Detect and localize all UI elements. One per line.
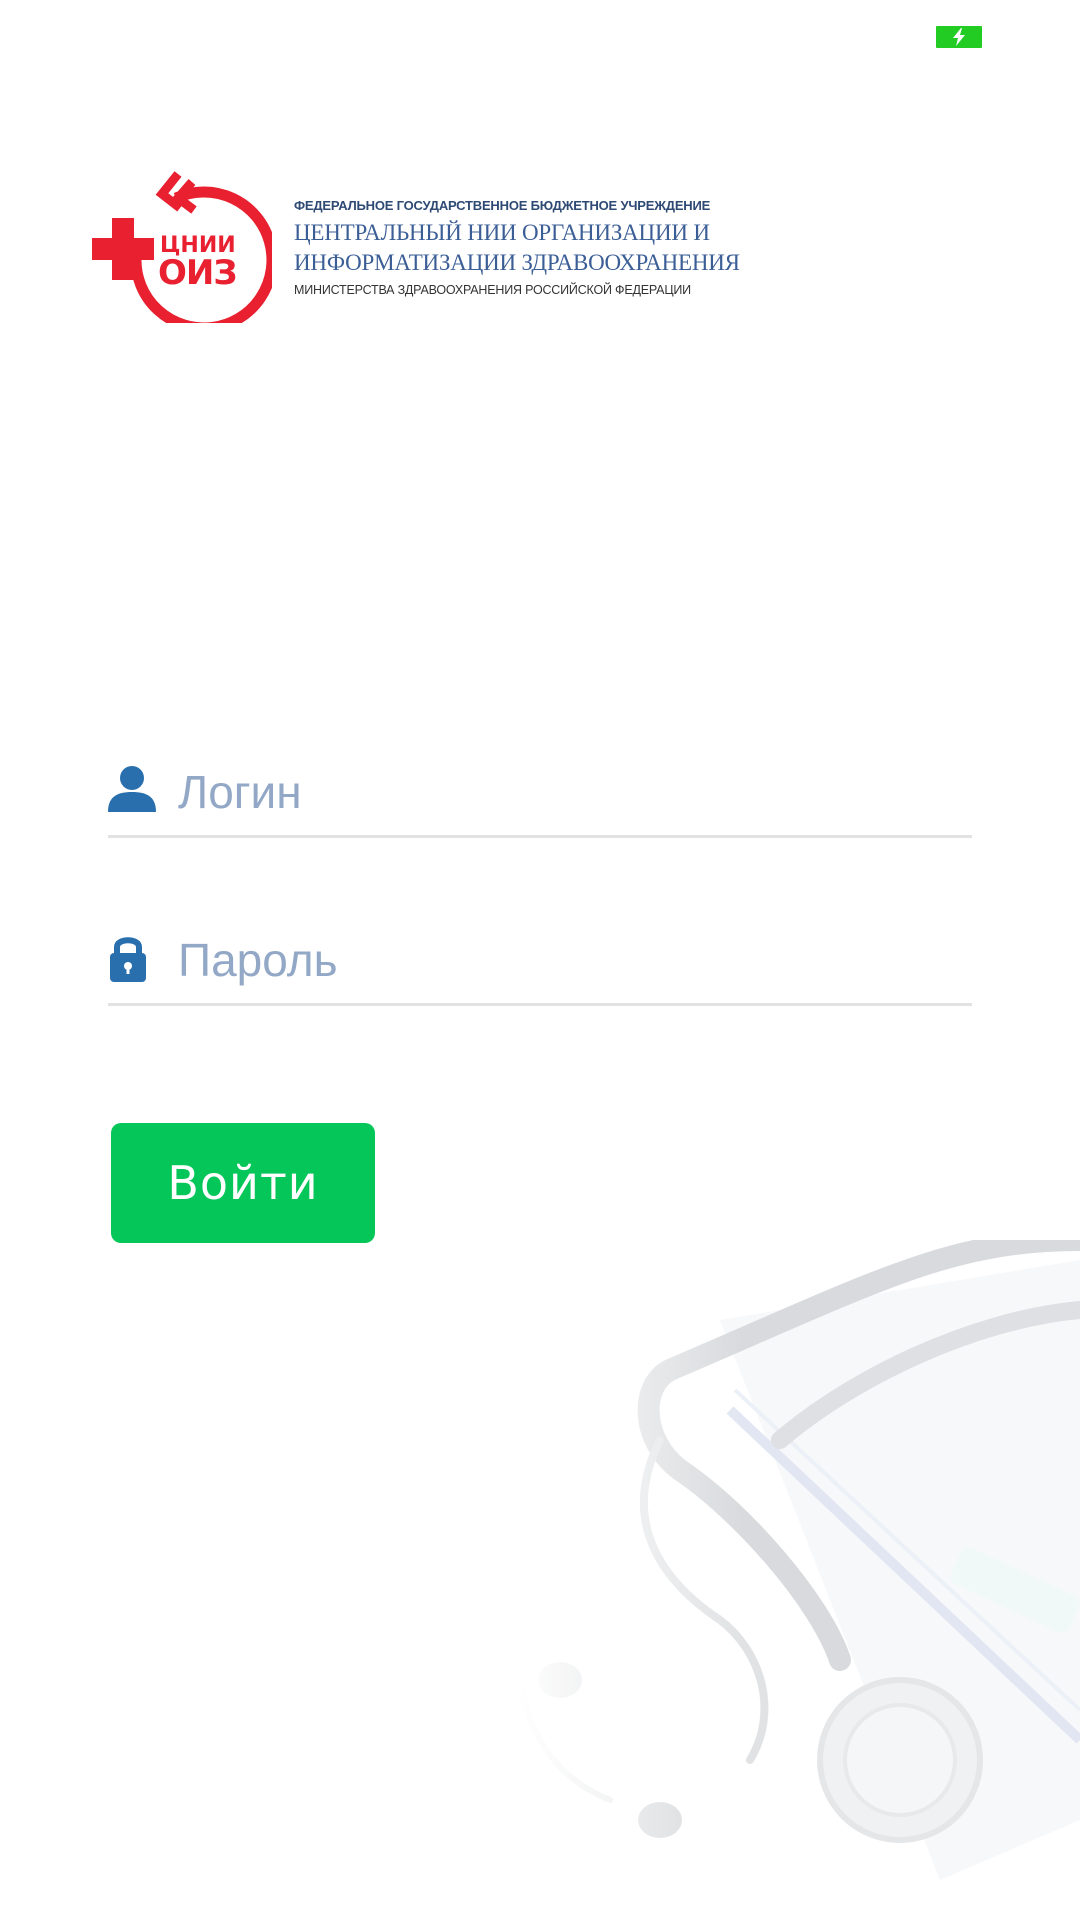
logo-institution-type: ФЕДЕРАЛЬНОЕ ГОСУДАРСТВЕННОЕ БЮДЖЕТНОЕ УЧ… bbox=[294, 198, 711, 213]
login-placeholder: Логин bbox=[178, 766, 302, 818]
password-underline bbox=[108, 1003, 972, 1006]
status-bar bbox=[0, 0, 1080, 70]
logo-name-line-2: ИНФОРМАТИЗАЦИИ ЗДРАВООХРАНЕНИЯ bbox=[294, 250, 740, 275]
logo-name-line-1: ЦЕНТРАЛЬНЫЙ НИИ ОРГАНИЗАЦИИ И bbox=[294, 220, 710, 245]
user-icon bbox=[108, 766, 156, 812]
organization-logo: ЦНИИ ОИЗ ФЕДЕРАЛЬНОЕ ГОСУДАРСТВЕННОЕ БЮД… bbox=[92, 168, 772, 323]
login-underline bbox=[108, 835, 972, 838]
password-field[interactable]: Пароль bbox=[108, 926, 972, 1006]
battery-charging-icon bbox=[936, 26, 982, 48]
login-button[interactable]: Войти bbox=[111, 1123, 375, 1243]
svg-text:ОИЗ: ОИЗ bbox=[158, 253, 237, 293]
logo-mark-icon: ЦНИИ ОИЗ bbox=[92, 171, 272, 323]
logo-ministry: МИНИСТЕРСТВА ЗДРАВООХРАНЕНИЯ РОССИЙСКОЙ … bbox=[294, 283, 691, 297]
password-placeholder: Пароль bbox=[178, 934, 338, 986]
login-field[interactable]: Логин bbox=[108, 758, 972, 838]
logo-text: ФЕДЕРАЛЬНОЕ ГОСУДАРСТВЕННОЕ БЮДЖЕТНОЕ УЧ… bbox=[294, 198, 774, 299]
stethoscope-illustration bbox=[520, 1240, 1080, 1920]
lock-icon bbox=[110, 937, 146, 982]
